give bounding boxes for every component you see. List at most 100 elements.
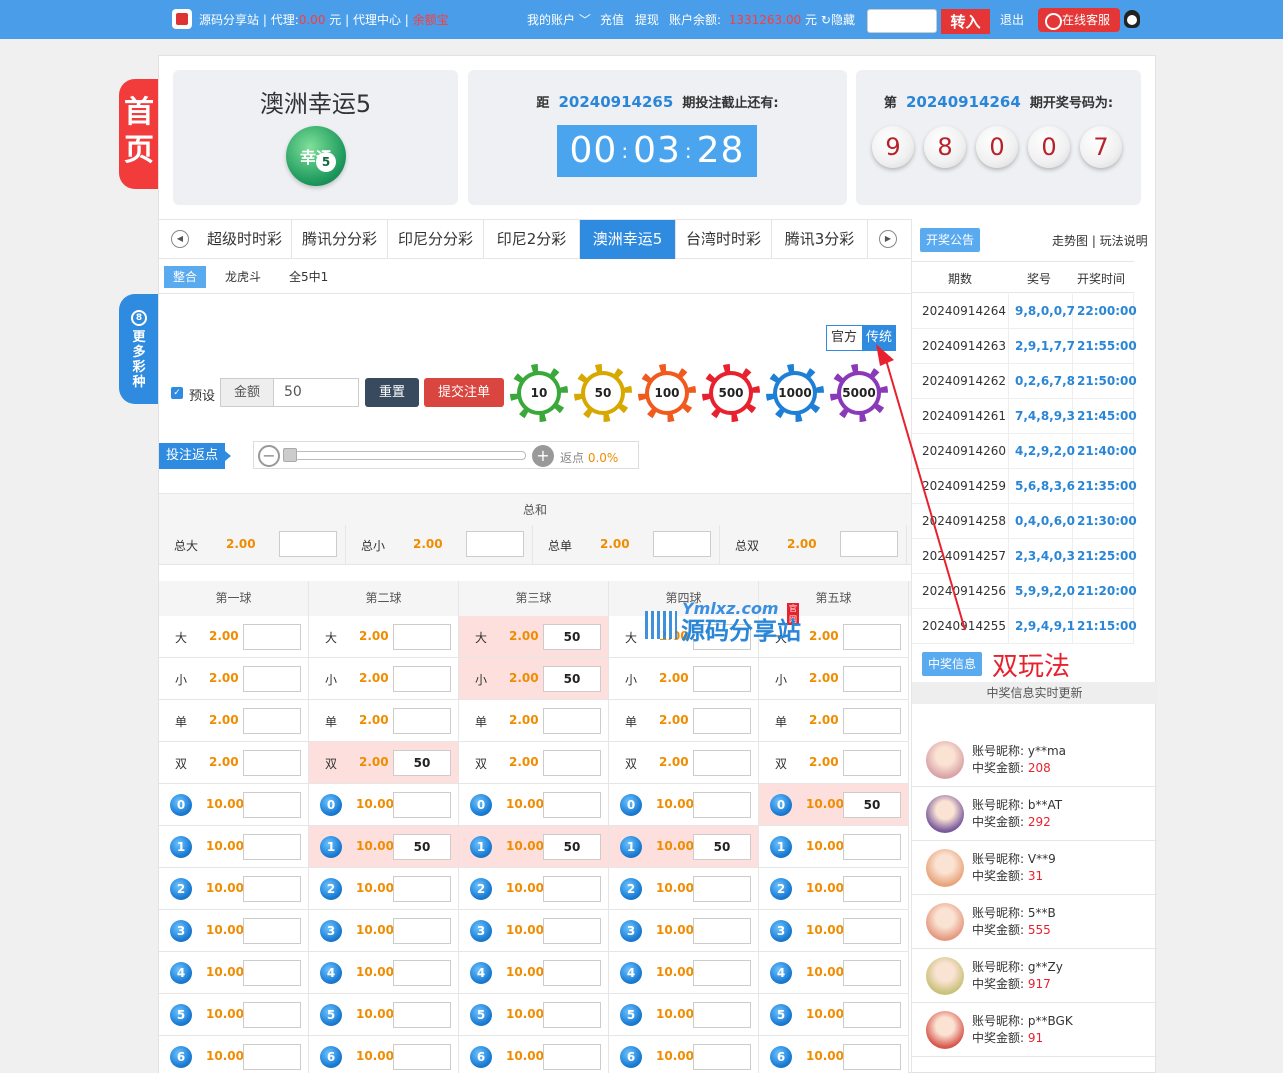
bet-cell[interactable]: 双 2.00 50 (309, 742, 459, 784)
rebate-slider-handle[interactable] (283, 448, 297, 462)
bet-cell[interactable]: 6 10.00 (459, 1036, 609, 1073)
cell-bet-input[interactable] (243, 624, 301, 650)
cell-bet-input[interactable] (693, 1002, 751, 1028)
bet-cell[interactable]: 5 10.00 (609, 994, 759, 1036)
preset-checkbox[interactable]: ✓ (171, 387, 183, 399)
cell-bet-input[interactable] (543, 1002, 601, 1028)
yuebao-link[interactable]: 余额宝 (413, 13, 449, 27)
cell-bet-input[interactable] (543, 792, 601, 818)
bet-cell[interactable]: 小 2.00 (159, 658, 309, 700)
cell-bet-input[interactable] (843, 1002, 901, 1028)
mode-traditional[interactable]: 传统 (862, 326, 896, 350)
bet-cell[interactable]: 5 10.00 (309, 994, 459, 1036)
bet-cell[interactable]: 双 2.00 (459, 742, 609, 784)
bet-cell[interactable]: 0 10.00 (459, 784, 609, 826)
cell-bet-input[interactable] (243, 666, 301, 692)
bet-cell[interactable]: 3 10.00 (759, 910, 909, 952)
game-tab[interactable]: 印尼分分彩 (388, 220, 484, 259)
cell-bet-input[interactable] (393, 708, 451, 734)
withdraw-link[interactable]: 提现 (635, 12, 659, 28)
cell-bet-input[interactable] (843, 1044, 901, 1070)
cell-bet-input[interactable] (843, 750, 901, 776)
cell-bet-input[interactable] (393, 918, 451, 944)
bet-cell[interactable]: 2 10.00 (159, 868, 309, 910)
cell-bet-input[interactable] (243, 918, 301, 944)
bet-cell[interactable]: 双 2.00 (159, 742, 309, 784)
cell-bet-input[interactable] (393, 666, 451, 692)
bet-cell[interactable]: 大 2.00 (159, 616, 309, 658)
bet-chip[interactable]: 100 (638, 364, 696, 422)
sum-bet-input[interactable] (840, 531, 898, 557)
cell-bet-input[interactable] (843, 918, 901, 944)
cell-bet-input[interactable] (393, 624, 451, 650)
bet-cell[interactable]: 小 2.00 (759, 658, 909, 700)
bet-cell[interactable]: 单 2.00 (459, 700, 609, 742)
trend-and-rules-links[interactable]: 走势图 | 玩法说明 (1052, 232, 1148, 249)
game-tab[interactable]: 腾讯分分彩 (292, 220, 388, 259)
bet-chip[interactable]: 500 (702, 364, 760, 422)
game-tab[interactable]: 澳洲幸运5 (580, 220, 676, 259)
cell-bet-input[interactable] (693, 918, 751, 944)
rebate-track[interactable] (284, 451, 526, 460)
my-account-menu[interactable]: 我的账户 ﹀ (527, 12, 591, 28)
bet-cell[interactable]: 5 10.00 (759, 994, 909, 1036)
bet-cell[interactable]: 1 10.00 50 (459, 826, 609, 868)
notice-badge[interactable]: 开奖公告 (920, 228, 981, 252)
bet-cell[interactable]: 2 10.00 (759, 868, 909, 910)
cell-bet-input[interactable] (393, 1002, 451, 1028)
minus-icon[interactable]: − (258, 445, 280, 467)
game-tab[interactable]: 印尼2分彩 (484, 220, 580, 259)
bet-cell[interactable]: 1 10.00 (759, 826, 909, 868)
cell-bet-input[interactable] (543, 918, 601, 944)
cell-bet-input[interactable] (543, 960, 601, 986)
bet-chip[interactable]: 50 (574, 364, 632, 422)
cell-bet-input[interactable] (243, 792, 301, 818)
bet-cell[interactable]: 0 10.00 (609, 784, 759, 826)
cell-bet-input[interactable] (693, 1044, 751, 1070)
cell-bet-input[interactable]: 50 (543, 624, 601, 650)
cell-bet-input[interactable] (843, 876, 901, 902)
cell-bet-input[interactable] (843, 834, 901, 860)
cell-bet-input[interactable] (393, 960, 451, 986)
play-subtab[interactable]: 龙虎斗 (216, 266, 270, 288)
hide-balance-link[interactable]: 隐藏 (831, 13, 855, 27)
bet-cell[interactable]: 1 10.00 50 (609, 826, 759, 868)
cell-bet-input[interactable] (243, 1002, 301, 1028)
tabs-prev-icon[interactable]: ◀ (171, 230, 189, 248)
cell-bet-input[interactable] (543, 876, 601, 902)
submit-bet-button[interactable]: 提交注单 (424, 378, 504, 407)
cell-bet-input[interactable] (543, 1044, 601, 1070)
recharge-link[interactable]: 充值 (600, 12, 624, 28)
cell-bet-input[interactable] (693, 792, 751, 818)
cell-bet-input[interactable]: 50 (843, 792, 901, 818)
cell-bet-input[interactable] (243, 708, 301, 734)
game-tab[interactable]: 台湾时时彩 (676, 220, 772, 259)
transfer-button[interactable]: 转入 (941, 9, 990, 34)
agent-center-link[interactable]: 代理中心 (353, 13, 401, 27)
cell-bet-input[interactable] (543, 750, 601, 776)
bet-cell[interactable]: 双 2.00 (609, 742, 759, 784)
cell-bet-input[interactable]: 50 (693, 834, 751, 860)
bet-cell[interactable]: 4 10.00 (459, 952, 609, 994)
bet-cell[interactable]: 4 10.00 (609, 952, 759, 994)
bet-chip[interactable]: 1000 (766, 364, 824, 422)
cell-bet-input[interactable] (243, 1044, 301, 1070)
bet-chip[interactable]: 10 (510, 364, 568, 422)
bet-cell[interactable]: 4 10.00 (309, 952, 459, 994)
bet-cell[interactable]: 5 10.00 (459, 994, 609, 1036)
cell-bet-input[interactable] (543, 708, 601, 734)
bet-cell[interactable]: 1 10.00 50 (309, 826, 459, 868)
cell-bet-input[interactable]: 50 (393, 750, 451, 776)
bet-cell[interactable]: 0 10.00 (159, 784, 309, 826)
cell-bet-input[interactable] (243, 750, 301, 776)
game-tab[interactable]: 超级时时彩 (198, 220, 292, 259)
win-info-badge[interactable]: 中奖信息 (922, 652, 983, 676)
bet-cell[interactable]: 4 10.00 (759, 952, 909, 994)
cell-bet-input[interactable] (693, 750, 751, 776)
logout-link[interactable]: 退出 (1000, 12, 1024, 28)
mode-official[interactable]: 官方 (827, 326, 861, 350)
bet-cell[interactable]: 6 10.00 (609, 1036, 759, 1073)
cell-bet-input[interactable] (843, 960, 901, 986)
home-side-tab[interactable]: 首页 (119, 79, 159, 189)
bet-cell[interactable]: 单 2.00 (609, 700, 759, 742)
